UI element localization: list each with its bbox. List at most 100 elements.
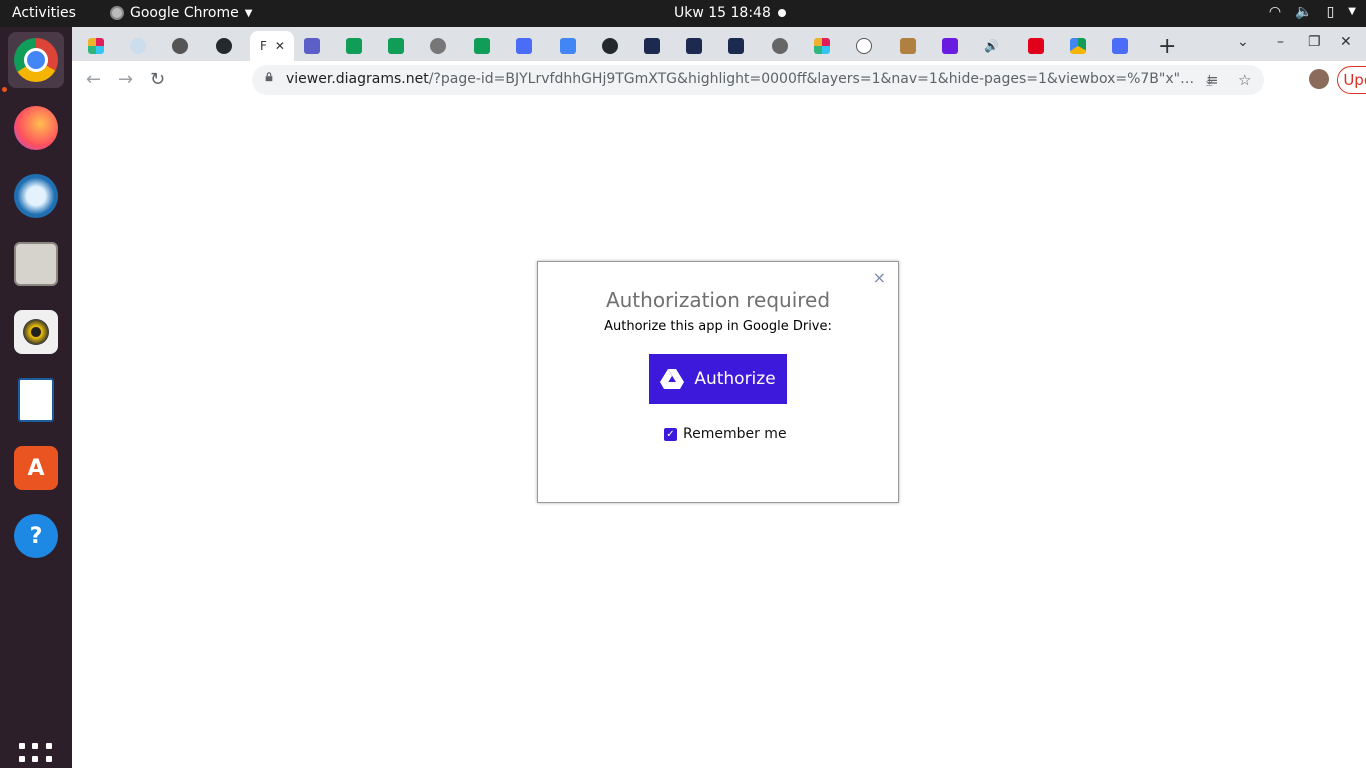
update-button[interactable]: Update ⋮ bbox=[1337, 66, 1366, 94]
url-text[interactable]: viewer.diagrams.net/?page-id=BJYLrvfdhhG… bbox=[286, 71, 1196, 87]
hexagon-icon bbox=[728, 38, 744, 54]
dock-app-center[interactable]: A bbox=[8, 440, 64, 496]
clock[interactable]: Ukw 15 18:48 bbox=[674, 5, 771, 21]
authorize-label: Authorize bbox=[694, 369, 776, 389]
writer-icon bbox=[18, 378, 54, 422]
hexagon-icon bbox=[686, 38, 702, 54]
dock-rhythmbox[interactable] bbox=[8, 304, 64, 360]
close-icon[interactable]: × bbox=[873, 268, 886, 287]
maximize-icon[interactable]: ❐ bbox=[1308, 34, 1321, 50]
sheets-icon bbox=[346, 38, 362, 54]
tab[interactable] bbox=[294, 31, 336, 61]
github-icon bbox=[602, 38, 618, 54]
dock: A ? bbox=[0, 27, 72, 776]
drive-icon bbox=[1070, 38, 1086, 54]
sheets-icon bbox=[474, 38, 490, 54]
tab[interactable] bbox=[78, 31, 120, 61]
tab[interactable] bbox=[634, 31, 676, 61]
system-tray[interactable]: ◠ 🔈 ▯ ▼ bbox=[1269, 4, 1356, 20]
remember-me-checkbox[interactable]: ✓ bbox=[664, 427, 677, 441]
bookmark-star-icon[interactable]: ☆ bbox=[1238, 71, 1251, 89]
docs-icon bbox=[1112, 38, 1128, 54]
tab[interactable] bbox=[804, 31, 846, 61]
tab[interactable] bbox=[120, 31, 162, 61]
caret-down-icon: ▼ bbox=[244, 7, 253, 19]
authorize-button[interactable]: Authorize bbox=[649, 354, 787, 404]
dock-firefox[interactable] bbox=[8, 100, 64, 156]
thunderbird-icon bbox=[14, 174, 58, 218]
show-apps-icon[interactable] bbox=[19, 743, 53, 777]
dock-chrome[interactable] bbox=[8, 32, 64, 88]
tab-active[interactable]: F ✕ bbox=[250, 31, 294, 61]
address-bar[interactable]: viewer.diagrams.net/?page-id=BJYLrvfdhhG… bbox=[252, 65, 1264, 95]
reload-icon[interactable]: ↻ bbox=[150, 69, 165, 90]
tab[interactable] bbox=[676, 31, 718, 61]
tab[interactable] bbox=[846, 31, 888, 61]
files-icon bbox=[14, 242, 58, 286]
dialog-title: Authorization required bbox=[605, 288, 831, 312]
slack-icon bbox=[88, 38, 104, 54]
tab-search-icon[interactable]: ⌄ bbox=[1237, 34, 1249, 50]
tab[interactable] bbox=[336, 31, 378, 61]
chrome-small-icon bbox=[110, 6, 124, 20]
eco-icon bbox=[900, 38, 916, 54]
tab[interactable] bbox=[420, 31, 462, 61]
tab[interactable] bbox=[718, 31, 760, 61]
running-indicator bbox=[2, 87, 7, 92]
app-center-icon: A bbox=[14, 446, 58, 490]
slack-icon bbox=[814, 38, 830, 54]
volume-icon: 🔈 bbox=[1295, 4, 1313, 20]
notification-dot bbox=[778, 9, 786, 17]
globe-icon bbox=[772, 38, 788, 54]
docs-icon bbox=[516, 38, 532, 54]
dock-help[interactable]: ? bbox=[8, 508, 64, 564]
github-icon bbox=[216, 38, 232, 54]
app-menu-label: Google Chrome bbox=[130, 5, 239, 21]
remember-me-row[interactable]: ✓ Remember me bbox=[664, 426, 787, 442]
minimize-icon[interactable]: – bbox=[1277, 34, 1284, 50]
globe-icon bbox=[172, 38, 188, 54]
rhythmbox-icon bbox=[14, 310, 58, 354]
dock-writer[interactable] bbox=[8, 372, 64, 428]
tab[interactable] bbox=[592, 31, 634, 61]
tab[interactable] bbox=[378, 31, 420, 61]
close-icon[interactable]: ✕ bbox=[275, 39, 285, 53]
tab[interactable] bbox=[762, 31, 804, 61]
tab[interactable]: 🔊 bbox=[974, 31, 1016, 61]
app-menu[interactable]: Google Chrome ▼ bbox=[110, 5, 252, 21]
tab[interactable] bbox=[550, 31, 592, 61]
forward-icon[interactable]: → bbox=[118, 69, 133, 90]
globe-icon bbox=[130, 38, 146, 54]
system-top-bar: Activities Google Chrome ▼ Ukw 15 18:48 … bbox=[0, 0, 1366, 27]
remember-me-label: Remember me bbox=[683, 426, 787, 442]
activities-button[interactable]: Activities bbox=[12, 5, 76, 21]
tab[interactable] bbox=[162, 31, 204, 61]
dock-thunderbird[interactable] bbox=[8, 168, 64, 224]
battery-icon: ▯ bbox=[1326, 4, 1335, 20]
firefox-icon bbox=[14, 106, 58, 150]
audio-playing-icon: 🔊 bbox=[984, 39, 999, 53]
new-tab-button[interactable]: + bbox=[1158, 34, 1176, 59]
tab[interactable] bbox=[464, 31, 506, 61]
media-controls-icon[interactable]: ≡ bbox=[1206, 71, 1219, 89]
tab[interactable] bbox=[1060, 31, 1102, 61]
tab[interactable] bbox=[932, 31, 974, 61]
dock-files[interactable] bbox=[8, 236, 64, 292]
google-drive-icon bbox=[660, 369, 685, 389]
close-window-icon[interactable]: ✕ bbox=[1340, 34, 1352, 50]
tab[interactable] bbox=[506, 31, 548, 61]
url-host: viewer.diagrams.net bbox=[286, 71, 429, 87]
dialog-subtitle: Authorize this app in Google Drive: bbox=[604, 319, 832, 334]
tab[interactable] bbox=[1018, 31, 1060, 61]
calendar-icon bbox=[560, 38, 576, 54]
tab[interactable] bbox=[890, 31, 932, 61]
a-circle-icon bbox=[856, 38, 872, 54]
tab[interactable] bbox=[1102, 31, 1144, 61]
lock-icon[interactable] bbox=[264, 72, 274, 82]
back-icon[interactable]: ← bbox=[86, 69, 101, 90]
it-icon bbox=[1028, 38, 1044, 54]
tab-title: F bbox=[260, 39, 267, 53]
profile-avatar[interactable] bbox=[1309, 69, 1329, 89]
globe-icon bbox=[430, 38, 446, 54]
tab[interactable] bbox=[206, 31, 248, 61]
